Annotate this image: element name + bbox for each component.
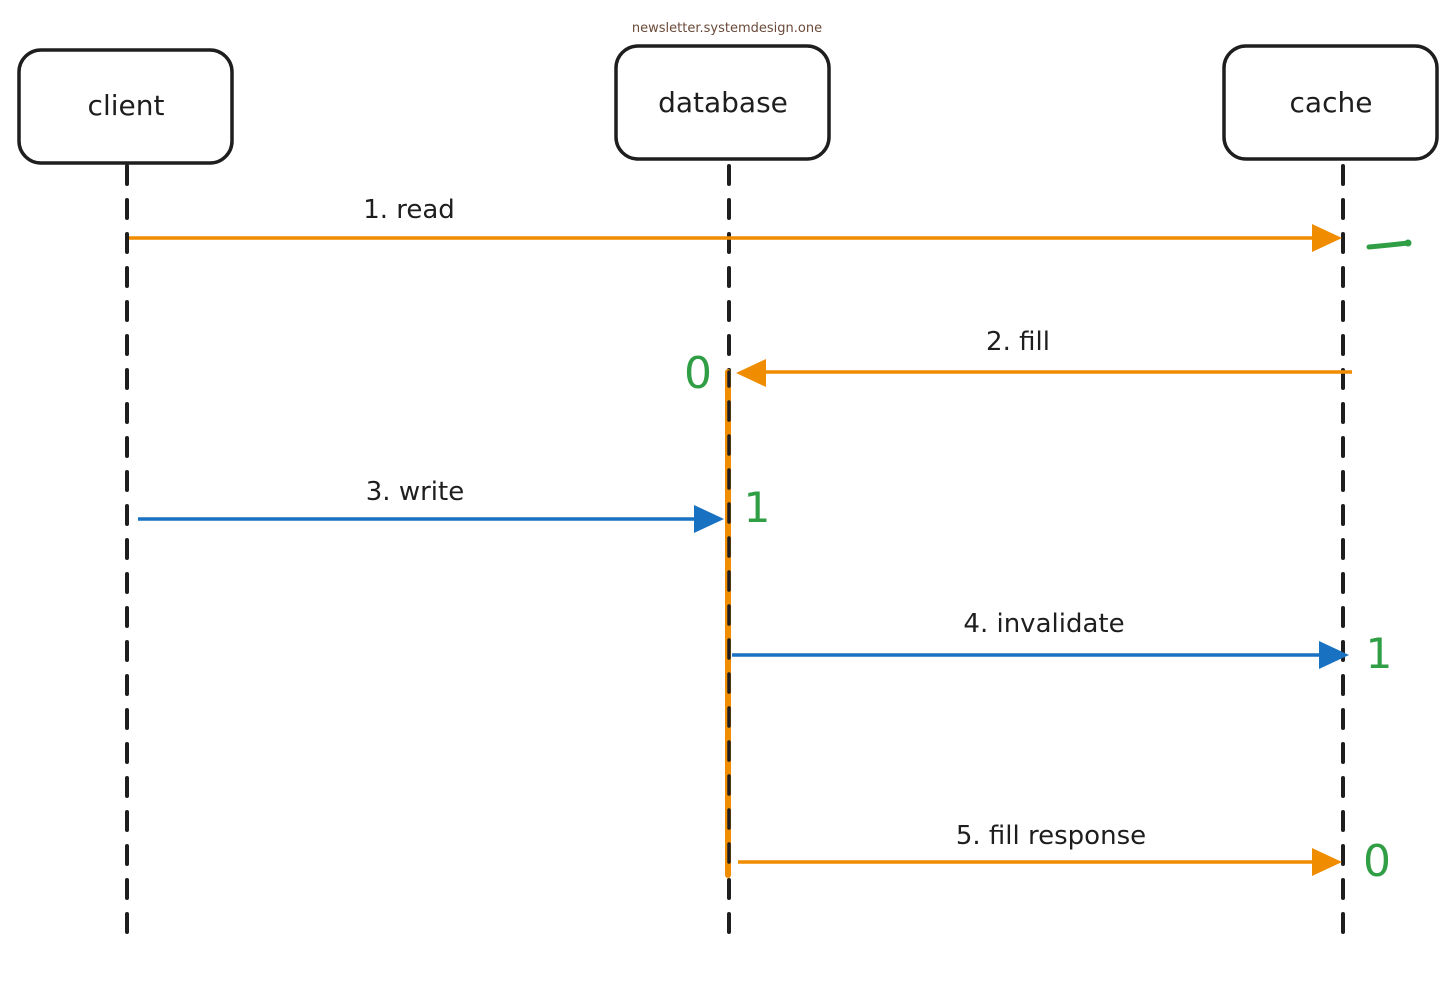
message-read: 1. read	[129, 195, 1342, 252]
marker-cache-read-dash	[1366, 240, 1411, 250]
marker-cache-read-dot	[1404, 239, 1412, 247]
participant-database[interactable]: database	[614, 44, 831, 161]
marker-cache-invalidate: 1	[1366, 629, 1393, 678]
message-invalidate: 4. invalidate	[732, 609, 1349, 669]
watermark: newsletter.systemdesign.one	[632, 21, 822, 36]
marker-cache-fill-response: 0	[1363, 836, 1391, 887]
sequence-diagram: newsletter.systemdesign.one client datab…	[17, 21, 1439, 947]
marker-database-write: 1	[744, 483, 771, 532]
message-read-arrowhead	[1312, 224, 1342, 252]
message-fill-label: 2. fill	[986, 327, 1050, 357]
message-fill-arrowhead	[736, 359, 766, 387]
participant-database-label: database	[658, 86, 788, 119]
message-fill-response: 5. fill response	[738, 821, 1342, 876]
participant-cache[interactable]: cache	[1222, 44, 1439, 161]
message-invalidate-label: 4. invalidate	[963, 609, 1124, 639]
participant-client-label: client	[88, 89, 165, 122]
message-fill-response-arrowhead	[1312, 848, 1342, 876]
message-write-label: 3. write	[366, 477, 464, 507]
message-write: 3. write	[138, 477, 724, 533]
participant-cache-label: cache	[1290, 86, 1373, 119]
message-fill: 2. fill	[736, 327, 1352, 387]
participant-client[interactable]: client	[17, 48, 234, 165]
message-read-label: 1. read	[363, 195, 455, 225]
marker-database-fill: 0	[684, 348, 712, 399]
message-fill-response-label: 5. fill response	[956, 821, 1146, 851]
message-write-arrowhead	[694, 505, 724, 533]
